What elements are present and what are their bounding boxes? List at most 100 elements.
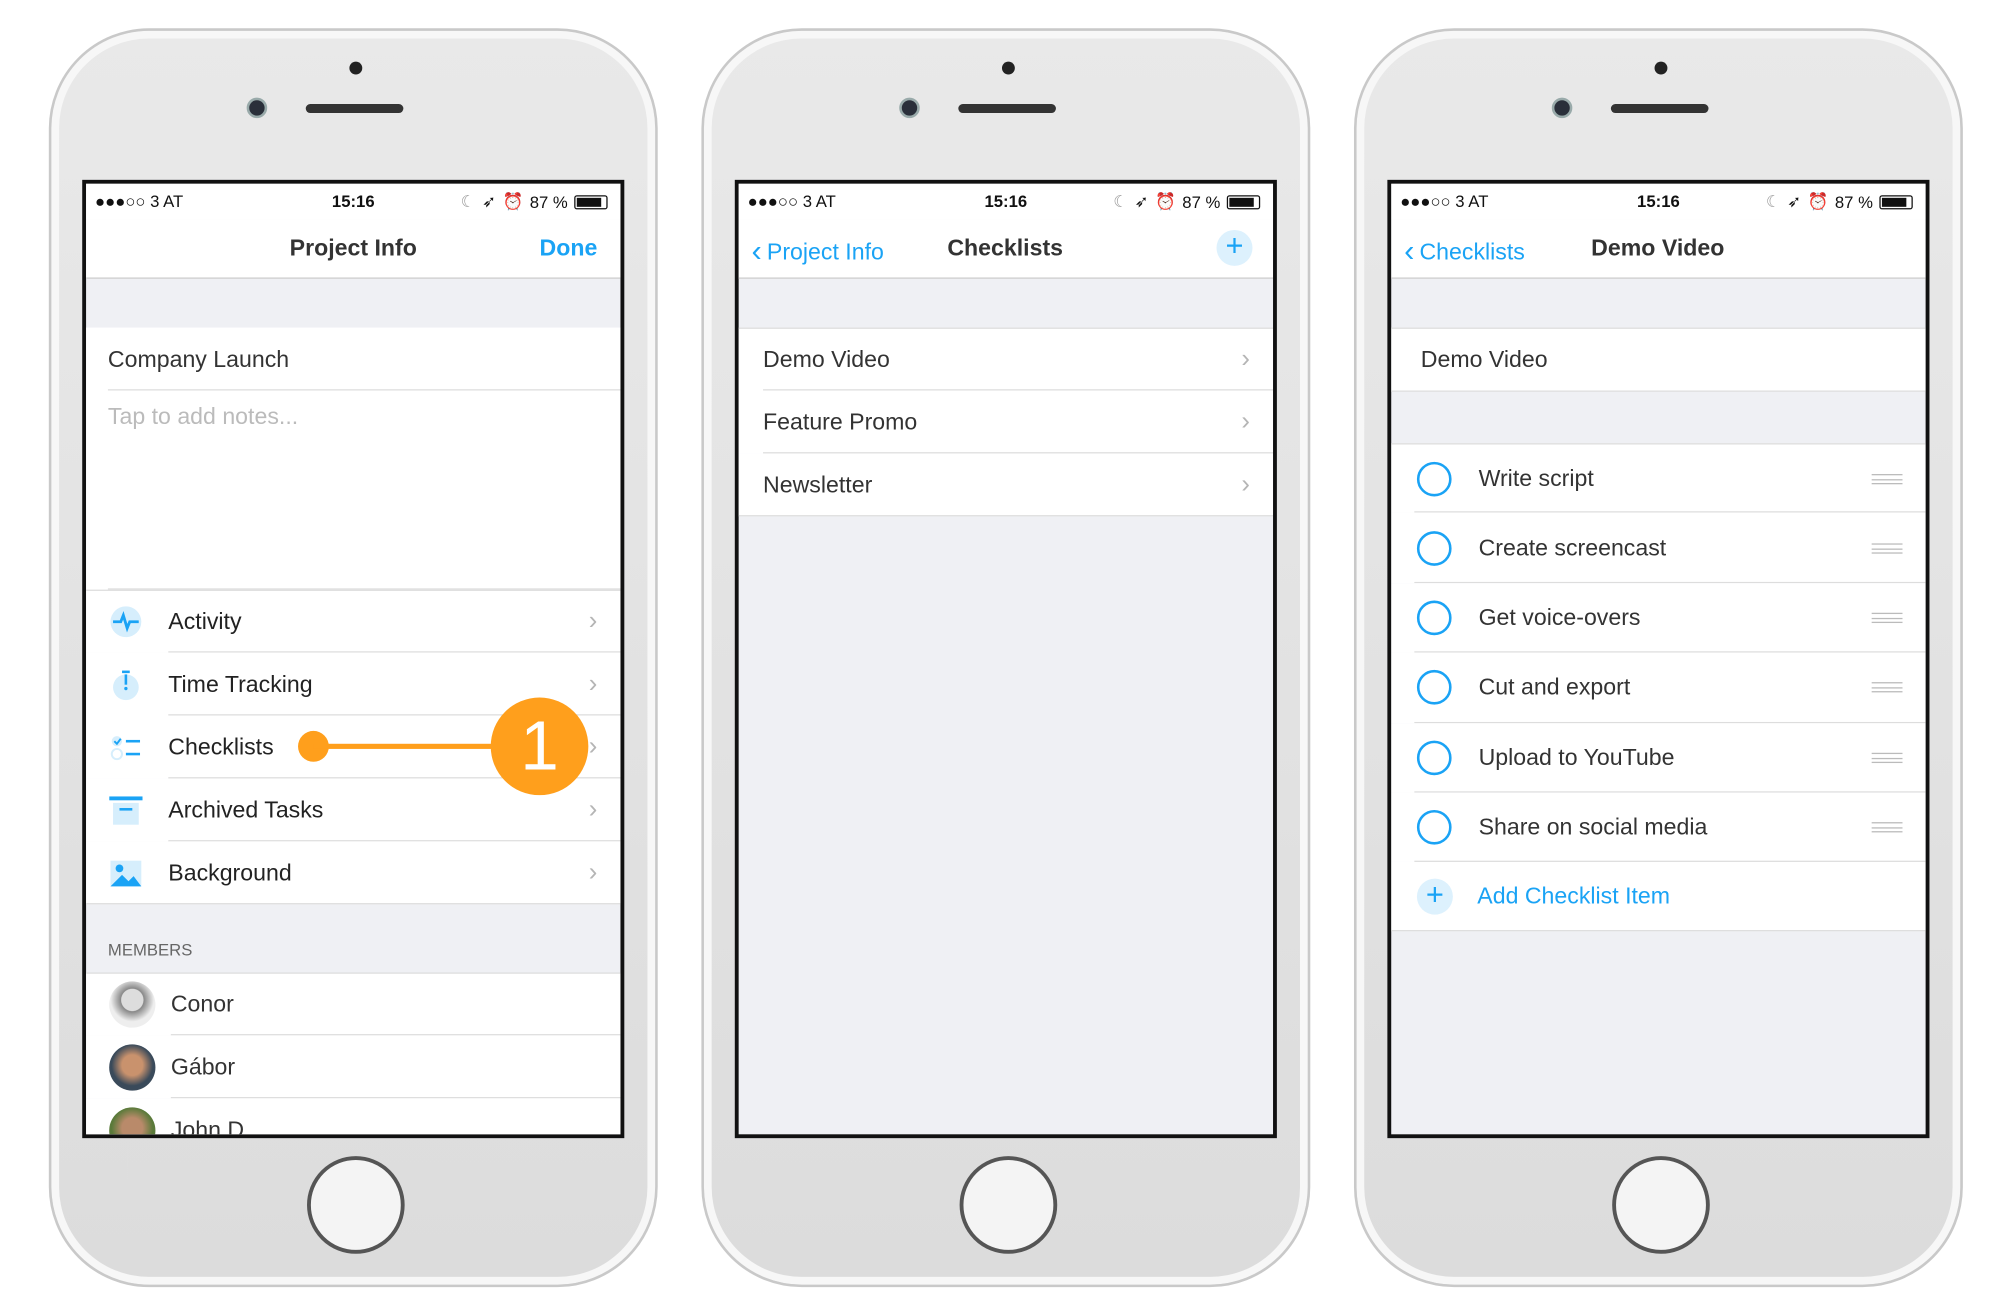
avatar <box>109 1106 156 1135</box>
drag-handle-icon[interactable] <box>1871 822 1903 833</box>
notes-field[interactable]: Tap to add notes... <box>86 390 621 590</box>
checklist-item[interactable]: Cut and export <box>1391 652 1926 723</box>
status-bar: ●●●○○ 3 AT 15:16 ☾ ➶ ⏰ 87 % <box>738 183 1274 220</box>
chevron-right-icon: › <box>588 795 598 824</box>
checklist-item[interactable]: Get voice-overs <box>1391 582 1926 653</box>
chevron-right-icon: › <box>588 606 598 636</box>
back-button[interactable]: ‹ Project Info <box>751 234 883 270</box>
status-bar: ●●●○○ 3 AT 15:16 ☾ ➶ ⏰ 87 % <box>86 183 621 220</box>
sensor <box>1654 61 1668 75</box>
checklist-row[interactable]: Feature Promo › <box>738 390 1274 454</box>
plus-icon: + <box>1416 878 1453 915</box>
front-camera <box>1551 97 1573 119</box>
checklist-title: Feature Promo <box>763 408 918 435</box>
add-item-label: Add Checklist Item <box>1477 882 1671 909</box>
checkbox-circle-icon[interactable] <box>1416 461 1452 497</box>
menu-item-label: Background <box>168 859 292 886</box>
home-button[interactable] <box>1612 1156 1710 1254</box>
nav-title: Demo Video <box>1591 235 1725 261</box>
checklist-title: Demo Video <box>763 346 890 372</box>
checklist-item[interactable]: Write script <box>1391 443 1926 514</box>
battery-icon <box>1879 194 1913 209</box>
screen: ●●●○○ 3 AT 15:16 ☾ ➶ ⏰ 87 % ‹ Project Info C… <box>734 179 1277 1139</box>
checklist-item-label: Share on social media <box>1478 814 1708 840</box>
member-row[interactable]: Gábor <box>86 1035 621 1099</box>
members-header: MEMBERS <box>107 940 193 960</box>
checklist-row[interactable]: Newsletter › <box>738 453 1274 517</box>
front-camera <box>246 97 268 119</box>
chevron-left-icon: ‹ <box>1404 233 1415 269</box>
image-icon <box>109 856 142 889</box>
menu-item-label: Checklists <box>168 733 274 760</box>
stage: ●●●○○ 3 AT 15:16 ☾ ➶ ⏰ 87 % Project Info Do… <box>0 0 2004 1303</box>
speaker <box>958 104 1056 114</box>
checklist-item[interactable]: Create screencast <box>1391 513 1926 583</box>
checklist-title: Newsletter <box>763 471 873 498</box>
phone-project-info: ●●●○○ 3 AT 15:16 ☾ ➶ ⏰ 87 % Project Info Do… <box>48 28 658 1288</box>
phone-demo-video: ●●●○○ 3 AT 15:16 ☾ ➶ ⏰ 87 % ‹ Checklists Dem… <box>1353 28 1963 1288</box>
status-bar: ●●●○○ 3 AT 15:16 ☾ ➶ ⏰ 87 % <box>1391 183 1926 220</box>
screen: ●●●○○ 3 AT 15:16 ☾ ➶ ⏰ 87 % ‹ Checklists Dem… <box>1387 179 1930 1139</box>
chevron-right-icon: › <box>1241 470 1250 499</box>
checklist-item[interactable]: Upload to YouTube <box>1391 722 1926 793</box>
location-icon: ➶ <box>1787 191 1802 211</box>
moon-icon: ☾ <box>460 191 476 211</box>
screen: ●●●○○ 3 AT 15:16 ☾ ➶ ⏰ 87 % Project Info Do… <box>82 179 625 1139</box>
member-row[interactable]: Conor <box>86 972 621 1036</box>
nav-bar: ‹ Checklists Demo Video <box>1391 219 1926 279</box>
phone-checklists: ●●●○○ 3 AT 15:16 ☾ ➶ ⏰ 87 % ‹ Project Info C… <box>701 28 1311 1288</box>
back-label: Checklists <box>1419 238 1525 264</box>
checkbox-circle-icon[interactable] <box>1416 810 1452 845</box>
add-checklist-item-button[interactable]: + Add Checklist Item <box>1391 861 1926 932</box>
callout-line <box>313 743 507 749</box>
member-row[interactable]: John D. <box>86 1098 621 1135</box>
chevron-left-icon: ‹ <box>751 233 762 269</box>
home-button[interactable] <box>959 1156 1058 1254</box>
moon-icon: ☾ <box>1765 191 1781 211</box>
nav-bar: ‹ Project Info Checklists + <box>738 219 1274 279</box>
battery-percent: 87 % <box>529 192 568 212</box>
project-name-field[interactable]: Company Launch <box>86 327 621 391</box>
checklist-name-field[interactable]: Demo Video <box>1391 327 1926 392</box>
battery-percent: 87 % <box>1834 192 1873 212</box>
battery-icon <box>574 194 608 209</box>
avatar <box>109 1043 156 1090</box>
drag-handle-icon[interactable] <box>1871 752 1903 763</box>
menu-item-background[interactable]: Background › <box>86 841 621 905</box>
menu-item-label: Time Tracking <box>168 670 313 697</box>
checkbox-circle-icon[interactable] <box>1416 530 1452 566</box>
back-button[interactable]: ‹ Checklists <box>1404 234 1525 270</box>
drag-handle-icon[interactable] <box>1871 682 1903 693</box>
checklist-item-label: Create screencast <box>1478 534 1667 561</box>
alarm-icon: ⏰ <box>1155 191 1176 211</box>
checkbox-circle-icon[interactable] <box>1416 670 1452 706</box>
drag-handle-icon[interactable] <box>1871 473 1903 484</box>
menu-item-activity[interactable]: Activity › <box>86 589 621 653</box>
checklist-row[interactable]: Demo Video › <box>738 327 1274 391</box>
drag-handle-icon[interactable] <box>1871 612 1903 624</box>
chevron-right-icon: › <box>588 669 598 698</box>
sensor <box>1001 61 1015 75</box>
checkbox-circle-icon[interactable] <box>1416 740 1452 775</box>
location-icon: ➶ <box>482 191 497 211</box>
alarm-icon: ⏰ <box>502 191 524 211</box>
moon-icon: ☾ <box>1113 191 1129 211</box>
checklist-item-label: Upload to YouTube <box>1478 744 1675 770</box>
project-name: Company Launch <box>107 345 290 372</box>
done-button[interactable]: Done <box>540 235 598 262</box>
alarm-icon: ⏰ <box>1807 191 1829 211</box>
chevron-right-icon: › <box>588 732 598 761</box>
chevron-right-icon: › <box>1241 407 1250 436</box>
callout-badge: 1 <box>490 697 589 796</box>
activity-icon <box>109 605 142 638</box>
home-button[interactable] <box>307 1156 405 1254</box>
checkbox-circle-icon[interactable] <box>1416 600 1452 636</box>
nav-title: Checklists <box>947 235 1064 261</box>
checklist-icon <box>109 730 142 763</box>
add-checklist-button[interactable]: + <box>1216 229 1253 266</box>
checklist-item[interactable]: Share on social media <box>1391 792 1926 863</box>
speaker <box>305 104 404 114</box>
speaker <box>1610 104 1709 114</box>
drag-handle-icon[interactable] <box>1871 542 1903 554</box>
checklist-item-label: Cut and export <box>1478 674 1631 700</box>
